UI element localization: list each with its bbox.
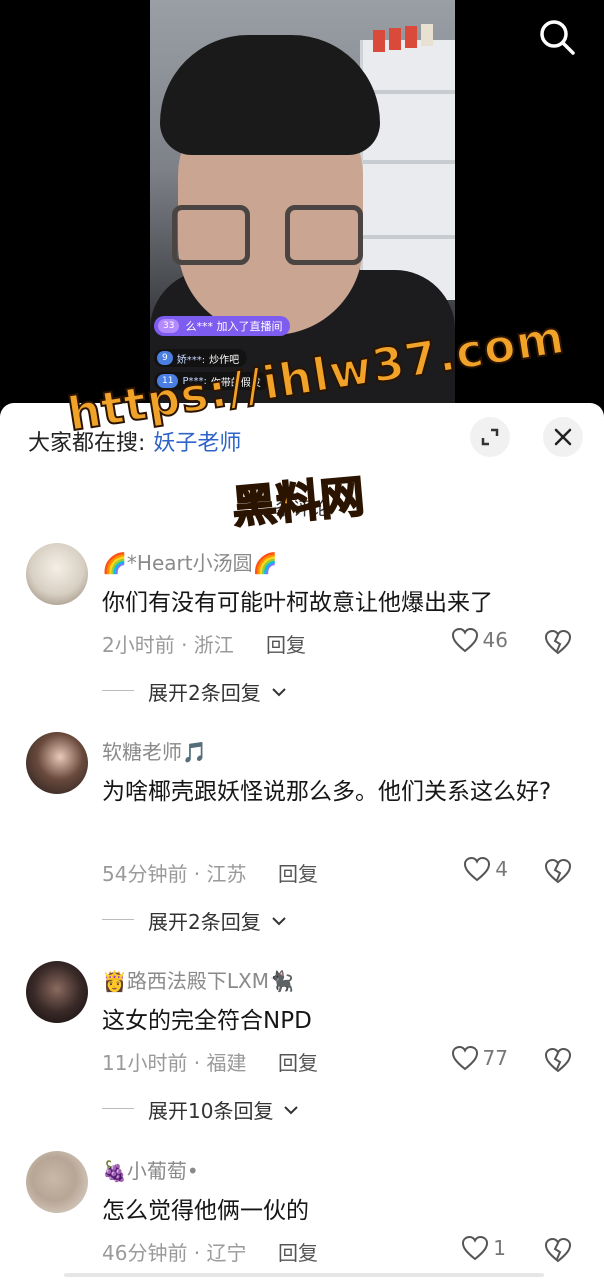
divider (102, 1108, 134, 1109)
glasses-left (172, 205, 250, 265)
broken-heart-icon (544, 1047, 572, 1073)
comment-sheet: 大家都在搜: 妖子老师 条评论 🌈*Heart小汤圆🌈 你们有没有可能叶柯故意让他… (0, 403, 604, 1280)
broken-heart-icon (544, 858, 572, 884)
reply-button[interactable]: 回复 (278, 1047, 318, 1076)
dislike-button[interactable] (544, 1237, 572, 1265)
chevron-down-icon (272, 916, 286, 925)
like-count: 46 (482, 628, 508, 652)
divider (102, 919, 134, 920)
dislike-button[interactable] (544, 858, 572, 886)
avatar[interactable] (26, 1151, 88, 1213)
glasses-right (285, 205, 363, 265)
expand-replies-button[interactable]: 展开2条回复 (102, 906, 287, 935)
like-button[interactable]: 46 (451, 627, 508, 653)
comment-text[interactable]: 怎么觉得他俩一伙的 (102, 1191, 572, 1231)
heart-icon (451, 1045, 478, 1071)
reply-button[interactable]: 回复 (266, 629, 306, 658)
comment-time-location: 54分钟前 · 江苏 (102, 862, 247, 886)
broken-heart-icon (544, 1237, 572, 1263)
chevron-down-icon (284, 1105, 299, 1114)
comment-author[interactable]: 🍇小葡萄• (102, 1155, 199, 1184)
dislike-button[interactable] (544, 1047, 572, 1075)
like-count: 1 (493, 1236, 506, 1260)
like-button[interactable]: 1 (461, 1235, 506, 1261)
screen: 33 么*** 加入了直播间 9 娇***: 炒作吧 11 P***: 你带的假… (0, 0, 604, 1280)
close-icon (554, 428, 572, 446)
reply-button[interactable]: 回复 (278, 1237, 318, 1266)
comment-author[interactable]: 软糖老师🎵 (102, 736, 207, 765)
expand-replies-label: 展开2条回复 (148, 681, 261, 705)
comment-text[interactable]: 你们有没有可能叶柯故意让他爆出来了 (102, 583, 572, 623)
home-indicator (64, 1273, 544, 1277)
user-level-badge: 9 (157, 351, 173, 365)
comment-author[interactable]: 🌈*Heart小汤圆🌈 (102, 547, 277, 576)
watermark-site-name: 黑料网 (229, 470, 367, 534)
broken-heart-icon (544, 629, 572, 655)
user-level-badge: 33 (158, 319, 180, 333)
hot-search-keyword[interactable]: 妖子老师 (153, 431, 241, 456)
person-hair (160, 35, 380, 155)
avatar[interactable] (26, 543, 88, 605)
chat-user: 娇***: (176, 354, 206, 366)
like-button[interactable]: 77 (451, 1045, 508, 1071)
avatar[interactable] (26, 732, 88, 794)
avatar[interactable] (26, 961, 88, 1023)
comment-time-location: 46分钟前 · 辽宁 (102, 1241, 247, 1265)
background-shelf (360, 24, 455, 300)
reply-button[interactable]: 回复 (278, 858, 318, 887)
comment-text[interactable]: 为啥椰壳跟妖怪说那么多。他们关系这么好? (102, 772, 572, 812)
close-button[interactable] (543, 417, 583, 457)
live-join-notice: 33 么*** 加入了直播间 (154, 316, 291, 336)
dislike-button[interactable] (544, 629, 572, 657)
heart-icon (464, 856, 491, 882)
like-button[interactable]: 4 (463, 856, 508, 882)
heart-icon (462, 1235, 489, 1261)
comment-author[interactable]: 👸路西法殿下LXM🐈‍⬛ (102, 965, 294, 994)
divider (102, 690, 134, 691)
search-icon[interactable] (536, 16, 578, 58)
expand-icon (481, 428, 499, 446)
chevron-down-icon (272, 687, 286, 696)
like-count: 77 (482, 1046, 508, 1070)
expand-sheet-button[interactable] (470, 417, 510, 457)
comment-text[interactable]: 这女的完全符合NPD (102, 1001, 572, 1041)
expand-replies-label: 展开2条回复 (148, 910, 261, 934)
expand-replies-button[interactable]: 展开2条回复 (102, 677, 287, 706)
comment-time-location: 11小时前 · 福建 (102, 1051, 247, 1075)
heart-icon (451, 627, 478, 653)
comment-time-location: 2小时前 · 浙江 (102, 633, 234, 657)
expand-replies-button[interactable]: 展开10条回复 (102, 1095, 299, 1124)
like-count: 4 (495, 857, 508, 881)
expand-replies-label: 展开10条回复 (148, 1099, 274, 1123)
join-text: 么*** 加入了直播间 (185, 320, 283, 333)
